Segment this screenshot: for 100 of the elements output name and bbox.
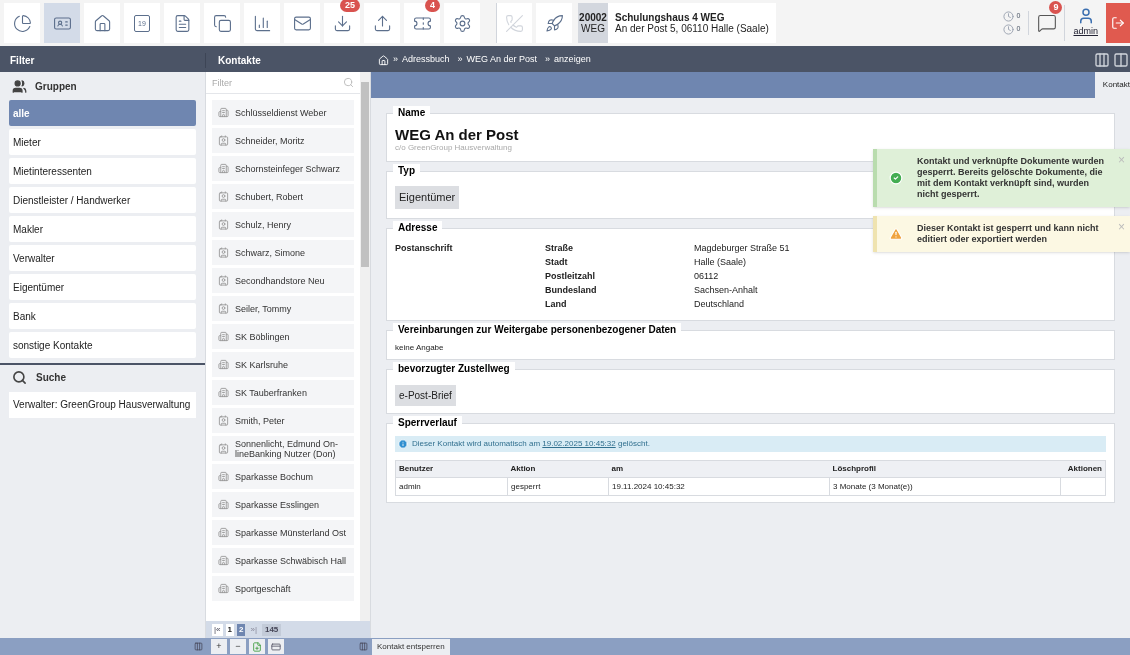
section-legend: Typ — [393, 164, 421, 178]
tab[interactable]: Kontakt — [1094, 72, 1130, 98]
toolbar-button[interactable] — [364, 3, 400, 43]
remove-button[interactable]: − — [230, 639, 246, 654]
contact-icon — [218, 191, 229, 202]
toolbar-button[interactable] — [244, 3, 280, 43]
contact-item[interactable]: Smith, Peter — [212, 408, 354, 433]
group-item[interactable]: Mieter — [9, 129, 196, 155]
contact-item[interactable]: SK Tauberfranken — [212, 380, 354, 405]
splitter-handle-icon[interactable] — [359, 642, 368, 651]
card-button[interactable] — [268, 639, 284, 654]
toolbar-button[interactable] — [536, 3, 572, 43]
contact-item[interactable]: Schwarz, Simone — [212, 240, 354, 265]
toolbar-button[interactable] — [84, 3, 120, 43]
address-value: Deutschland — [694, 298, 745, 311]
page-button[interactable]: 2 — [237, 623, 246, 636]
layout-icon[interactable] — [1094, 52, 1110, 68]
layout-icon[interactable] — [1113, 52, 1129, 68]
contact-item[interactable]: Sparkasse Esslingen — [212, 492, 354, 517]
new-document-button[interactable] — [249, 639, 265, 654]
contact-item[interactable]: Secondhandstore Neu — [212, 268, 354, 293]
breadcrumb-separator: » — [457, 53, 463, 67]
address-value: Magdeburger Straße 51 — [694, 242, 790, 255]
contact-item[interactable]: Schubert, Robert — [212, 184, 354, 209]
add-button[interactable]: + — [211, 639, 227, 654]
notification-badge: 9 — [1049, 1, 1063, 14]
table-cell: 19.11.2024 10:45:32 — [608, 477, 830, 496]
contact-item[interactable]: Sportgeschäft — [212, 576, 354, 601]
phone-icon — [505, 13, 524, 33]
toolbar-button[interactable] — [444, 3, 480, 43]
home-icon[interactable] — [378, 54, 389, 66]
property-name: Schulungshaus 4 WEG — [615, 12, 725, 23]
contact-count: 145 — [261, 623, 282, 636]
building-icon — [218, 499, 229, 510]
breadcrumb-link[interactable]: Adressbuch — [402, 53, 450, 67]
contact-item[interactable]: Sparkasse Bochum — [212, 464, 354, 489]
download-icon — [332, 13, 352, 33]
toolbar-button[interactable] — [4, 3, 40, 43]
group-item[interactable]: Dienstleister / Handwerker — [9, 187, 196, 213]
breadcrumb-separator: » — [545, 53, 551, 67]
breadcrumb-link[interactable]: WEG An der Post — [466, 53, 538, 67]
contact-icon — [218, 275, 229, 286]
section-legend: Sperrverlauf — [393, 416, 462, 430]
group-item[interactable]: Bank — [9, 303, 196, 329]
contact-item[interactable]: Schulz, Henry — [212, 212, 354, 237]
group-item[interactable]: Eigentümer — [9, 274, 196, 300]
building-icon — [218, 331, 229, 342]
table-cell: admin — [395, 477, 508, 496]
toast-message: Kontakt und verknüpfte Dokumente wurden gesperrt. Bereits gelöschte Dokumente, die mit dem Kontakt verknüpft sind, wurden nicht gesperrt. — [917, 156, 1105, 200]
notification-badge: 25 — [340, 0, 360, 12]
group-item[interactable]: sonstige Kontakte — [9, 332, 196, 358]
group-item[interactable]: alle — [9, 100, 196, 126]
toolbar-button[interactable] — [164, 3, 200, 43]
rocket-icon — [544, 13, 564, 33]
first-page-button[interactable]: |« — [212, 623, 223, 636]
group-item[interactable]: Verwalter — [9, 245, 196, 271]
building-icon — [218, 555, 229, 566]
messages-button[interactable]: 9 — [1029, 5, 1066, 41]
contact-item[interactable]: SK Karlsruhe — [212, 352, 354, 377]
table-cell: 3 Monate (3 Monat(e)) — [829, 477, 1061, 496]
group-item[interactable]: Mietinteressenten — [9, 158, 196, 184]
breadcrumb-link[interactable]: anzeigen — [554, 53, 591, 67]
user-link[interactable]: admin — [1073, 25, 1098, 39]
contact-item[interactable]: Sonnenlicht, Edmund On-lineBanking Nutzer (Don) — [212, 436, 354, 461]
contact-item[interactable]: Schornsteinfeger Schwarz — [212, 156, 354, 181]
column-header: Aktionen — [1060, 460, 1106, 478]
saved-search-item[interactable]: Verwalter: GreenGroup Hausverwaltung — [9, 391, 196, 418]
toolbar-button[interactable] — [284, 3, 320, 43]
toolbar-button[interactable] — [204, 3, 240, 43]
contact-item[interactable]: Sparkasse Schwäbisch Hall — [212, 548, 354, 573]
property-address: An der Post 5, 06110 Halle (Saale) — [615, 23, 769, 34]
property-type: WEG — [581, 23, 605, 34]
section-legend: bevorzugter Zustellweg — [393, 362, 515, 376]
splitter-handle-icon[interactable] — [194, 642, 203, 651]
section-legend: Vereinbarungen zur Weitergabe personenbezogener Daten — [393, 323, 682, 337]
bar-chart-icon — [252, 13, 272, 33]
toolbar-button[interactable]: 25 — [324, 3, 360, 43]
column-header: am — [608, 460, 830, 478]
contact-item[interactable]: SK Böblingen — [212, 324, 354, 349]
clock-icon — [1002, 24, 1014, 35]
contact-item[interactable]: Schneider, Moritz — [212, 128, 354, 153]
settings-icon — [452, 13, 472, 33]
info-text: Dieser Kontakt wird automatisch am 19.02.2025 10:45:32 gelöscht. — [412, 438, 650, 450]
filter-field[interactable]: Filter — [206, 72, 343, 93]
unlock-contact-button[interactable]: Kontakt entsperren — [372, 639, 450, 655]
toolbar-button[interactable] — [44, 3, 80, 43]
toast-message: Dieser Kontakt ist gesperrt und kann nicht editiert oder exportiert werden — [917, 223, 1100, 245]
page-button[interactable]: 1 — [225, 623, 234, 636]
upload-icon — [372, 13, 392, 33]
message-icon — [1037, 13, 1057, 33]
contact-item[interactable]: Schlüsseldienst Weber — [212, 100, 354, 125]
warning-icon — [889, 227, 903, 241]
toolbar-button[interactable]: 4 — [404, 3, 440, 43]
search-icon — [12, 369, 27, 385]
group-item[interactable]: Makler — [9, 216, 196, 242]
address-value: Halle (Saale) — [694, 256, 747, 269]
contact-item[interactable]: Seiler, Tommy — [212, 296, 354, 321]
clock-icon — [1002, 11, 1014, 22]
logout-button[interactable] — [1106, 3, 1130, 43]
contact-item[interactable]: Sparkasse Münsterland Ost — [212, 520, 354, 545]
